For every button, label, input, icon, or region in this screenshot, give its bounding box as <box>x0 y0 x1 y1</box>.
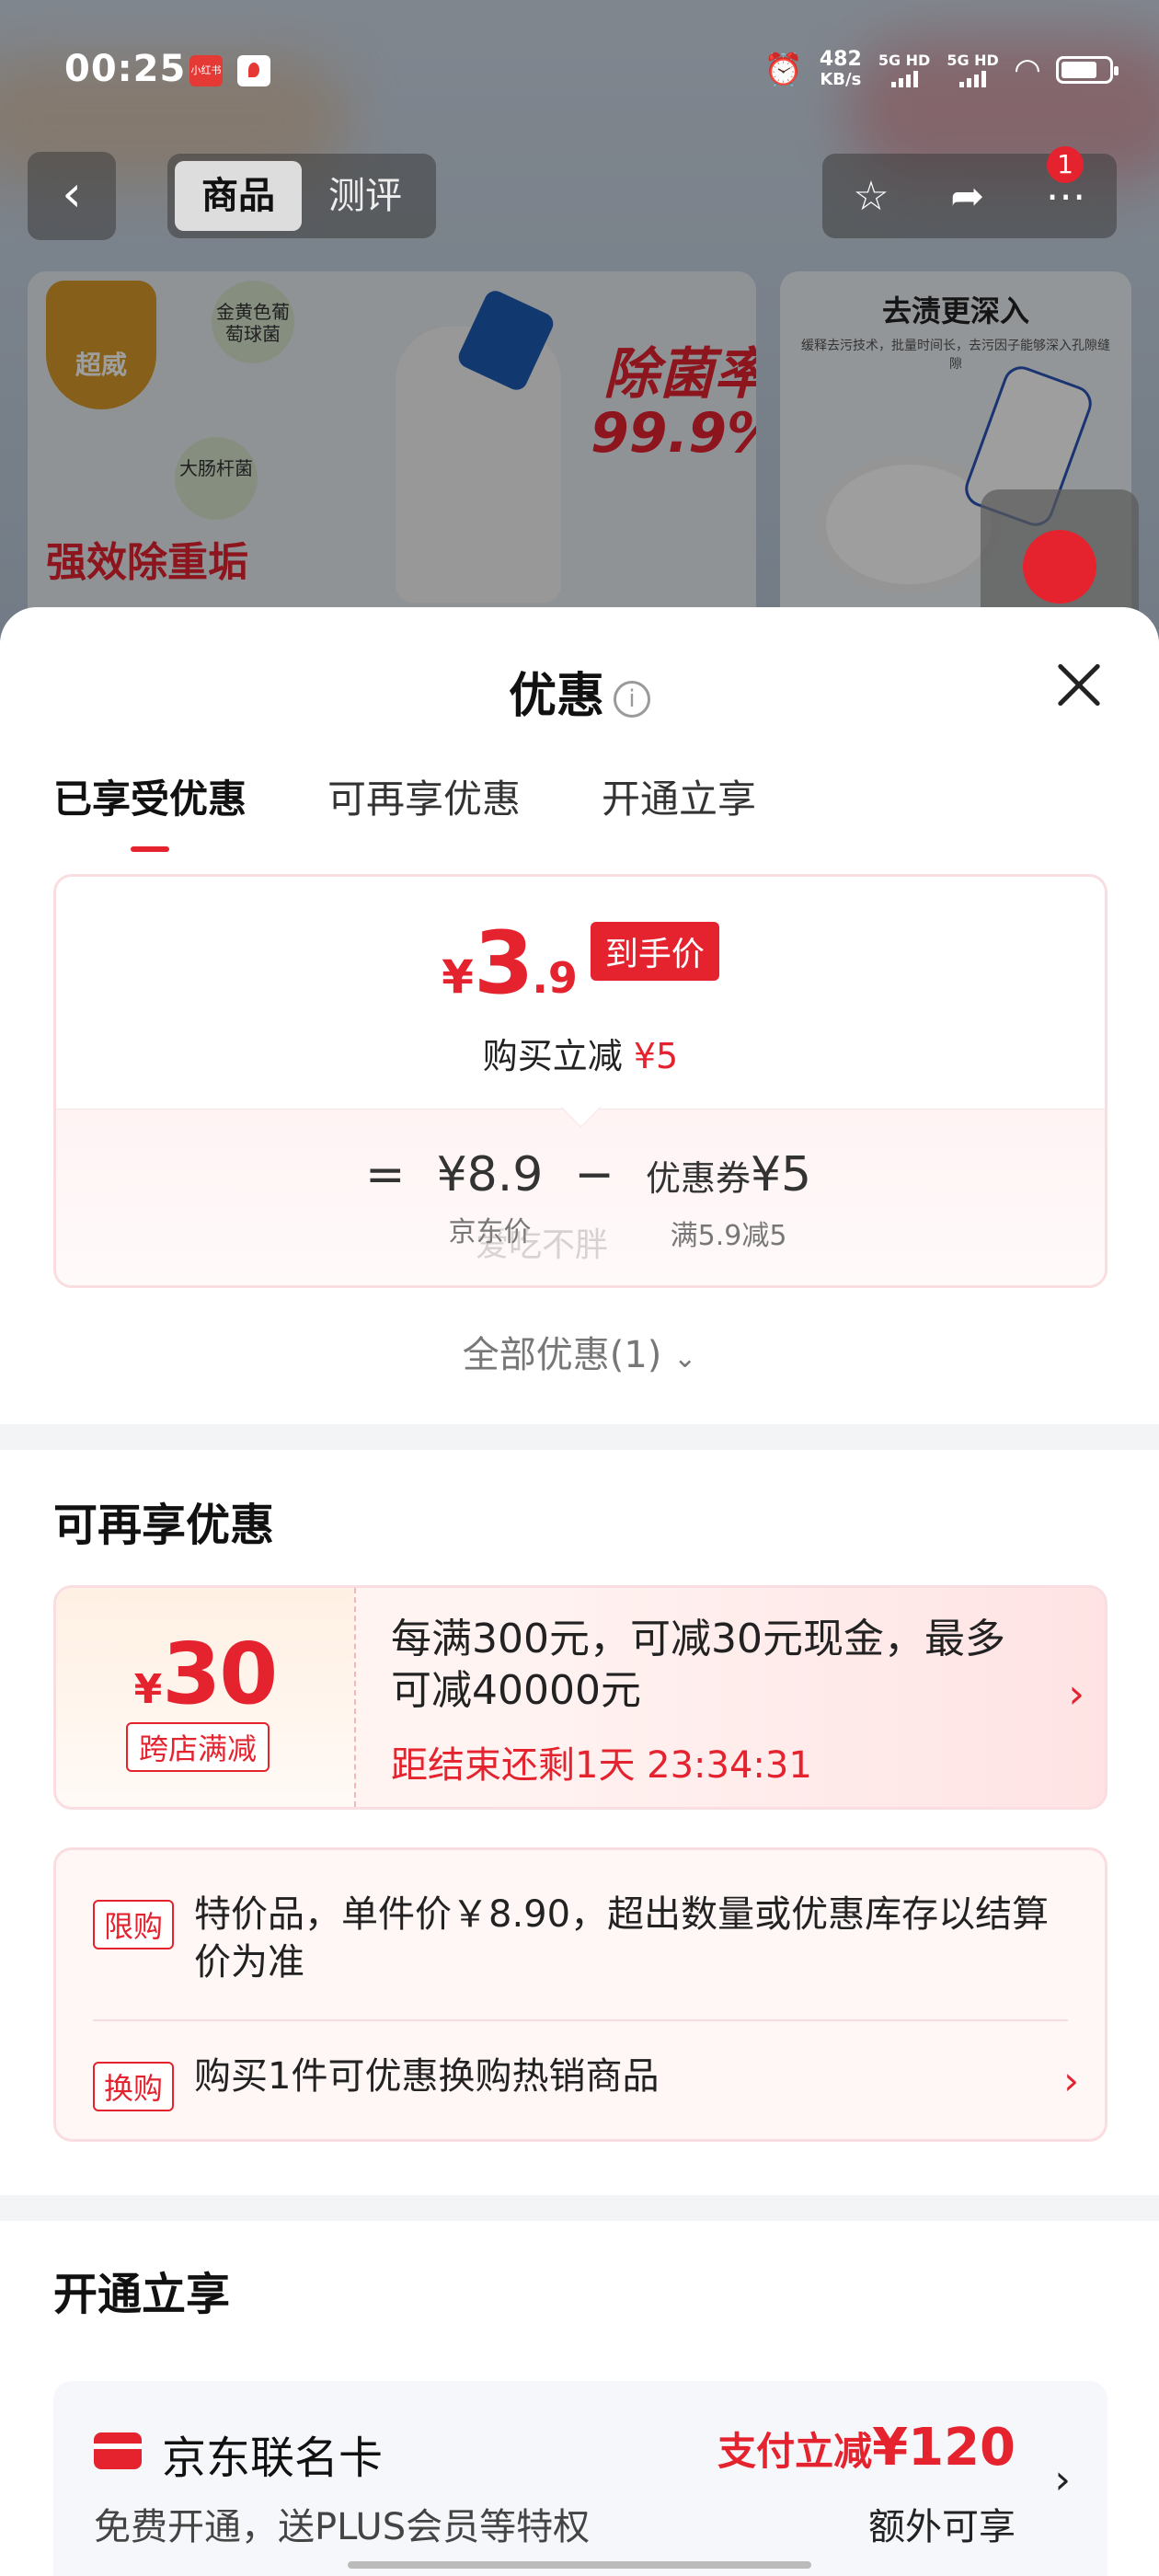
wifi-icon: ◠ <box>1015 52 1039 88</box>
final-price: ¥3.9 到手价 <box>56 914 1105 1014</box>
coupon-type-tag: 跨店满减 <box>126 1722 270 1772</box>
price-decimal: .9 <box>532 953 578 1003</box>
nav-actions: ☆ ➦ ⋯ 1 <box>822 146 1117 238</box>
all-offers-toggle[interactable]: 全部优惠(1) ⌄ <box>0 1325 1159 1378</box>
tab-goods[interactable]: 商品 <box>175 161 302 231</box>
minus-sign: − <box>574 1147 614 1202</box>
section-title-more-offers: 可再享优惠 <box>53 1500 275 1551</box>
section-divider <box>0 2195 1159 2221</box>
chevron-right-icon: › <box>1054 2456 1071 2503</box>
card-name: 京东联名卡 <box>162 2432 384 2484</box>
rule-exchange[interactable]: 换购 购买1件可优惠换购热销商品 <box>93 2053 1068 2111</box>
promo-label: 支付立减 <box>717 2429 873 2474</box>
coupon-deduction: 优惠券¥5 满5.9减5 <box>646 1143 811 1253</box>
speed-value: 482 <box>819 48 862 71</box>
final-price-tag: 到手价 <box>590 922 719 981</box>
all-offers-label: 全部优惠(1) <box>462 1334 662 1376</box>
speed-unit: KB/s <box>820 70 862 89</box>
signal-bars-icon <box>890 69 918 87</box>
jd-price-value: ¥8.9 <box>436 1147 544 1202</box>
signal-bars-icon <box>959 69 987 87</box>
chevron-right-icon[interactable]: › <box>1063 2058 1079 2103</box>
chevron-right-icon: › <box>1068 1671 1084 1718</box>
chevron-down-icon: ⌄ <box>673 1342 697 1374</box>
coupon-value: 30 <box>162 1625 278 1723</box>
product-page-background: 超威 金黄色葡萄球菌 大肠杆菌 除菌率 99.9% 强效除重垢 去渍更深入 缓释… <box>0 0 1159 644</box>
instant-discount-label: 购买立减 <box>482 1036 623 1076</box>
equals-sign: = <box>365 1147 406 1202</box>
rule-divider <box>93 2019 1068 2021</box>
status-time: 00:25 <box>64 48 187 90</box>
coupon-currency: ¥ <box>133 1666 163 1713</box>
status-indicators: ⏰ 482 KB/s 5G HD 5G HD ◠ <box>763 50 1119 90</box>
final-price-section: ¥3.9 到手价 购买立减 ¥5 <box>56 877 1105 1109</box>
coupon-rule: 满5.9减5 <box>670 1220 787 1252</box>
sim2-label: 5G HD <box>947 52 999 69</box>
card-extra: 额外可享 <box>868 2506 1016 2548</box>
alarm-icon: ⏰ <box>763 52 803 88</box>
coupon-countdown: 距结束还剩1天 23:34:31 <box>391 1744 812 1787</box>
product-nav-bar: ‹ 商品 测评 ☆ ➦ ⋯ 1 <box>0 146 1159 244</box>
share-icon[interactable]: ➦ <box>950 173 984 220</box>
sheet-title: 优惠 i <box>0 657 1159 726</box>
tab-more-offers[interactable]: 可再享优惠 <box>327 768 521 824</box>
tab-enjoyed[interactable]: 已享受优惠 <box>53 768 247 852</box>
info-icon[interactable]: i <box>614 681 650 718</box>
notification-badge: 1 <box>1047 146 1084 183</box>
sheet-tabs: 已享受优惠 可再享优惠 开通立享 <box>53 768 756 852</box>
section-divider <box>0 1424 1159 1450</box>
rule-limit: 限购 特价品，单件价￥8.90，超出数量或优惠库存以结算价为准 <box>93 1891 1068 1986</box>
credit-card-icon <box>94 2432 142 2469</box>
rule-tag-limit: 限购 <box>93 1900 175 1949</box>
coupon-amount-panel: ¥30 跨店满减 <box>56 1588 354 1807</box>
rule-text-exchange: 购买1件可优惠换购热销商品 <box>194 2055 660 2098</box>
xiaohongshu-icon: 小红书 <box>189 55 223 86</box>
close-button[interactable] <box>1054 661 1104 710</box>
map-icon <box>237 55 270 86</box>
promo-value: ¥120 <box>872 2418 1016 2478</box>
sim1-signal: 5G HD <box>878 52 931 87</box>
coupon-amount: ¥5 <box>750 1147 812 1202</box>
network-speed: 482 KB/s <box>820 50 862 90</box>
cross-store-coupon[interactable]: ¥30 跨店满减 每满300元，可减30元现金，最多可减40000元 距结束还剩… <box>53 1585 1107 1810</box>
card-promo: 支付立减¥120 <box>717 2418 1016 2478</box>
sheet-title-text: 优惠 <box>508 669 604 724</box>
rule-text-limit: 特价品，单件价￥8.90，超出数量或优惠库存以结算价为准 <box>194 1893 1050 1984</box>
coupon-description: 每满300元，可减30元现金，最多可减40000元 <box>391 1616 1005 1714</box>
jd-co-brand-card[interactable]: 京东联名卡 免费开通，送PLUS会员等特权 支付立减¥120 额外可享 › <box>53 2381 1107 2576</box>
battery-icon <box>1056 56 1119 84</box>
coupon-label: 优惠券 <box>645 1158 751 1199</box>
chevron-left-icon: ‹ <box>62 165 82 223</box>
tab-review[interactable]: 测评 <box>302 161 429 231</box>
rule-tag-exchange: 换购 <box>93 2062 175 2111</box>
coupon-separator <box>354 1588 356 1807</box>
status-bar: 00:25 小红书 ⏰ 482 KB/s 5G HD 5G HD ◠ <box>0 0 1159 138</box>
price-breakdown: = ¥8.9 京东价 − 优惠券¥5 满5.9减5 爱吃不胖 <box>56 1109 1105 1285</box>
watermark: 爱吃不胖 <box>476 1226 609 1264</box>
back-button[interactable]: ‹ <box>28 152 116 240</box>
coupon-amount: ¥30 <box>56 1625 354 1723</box>
card-description: 免费开通，送PLUS会员等特权 <box>94 2506 591 2548</box>
sheet-header: 优惠 i 已享受优惠 可再享优惠 开通立享 <box>0 607 1159 852</box>
final-price-card: ¥3.9 到手价 购买立减 ¥5 = ¥8.9 京东价 − 优惠券¥5 满5.9减… <box>53 874 1107 1288</box>
tab-open-to-enjoy[interactable]: 开通立享 <box>602 768 756 824</box>
star-icon[interactable]: ☆ <box>853 173 889 220</box>
instant-discount-value: ¥5 <box>633 1036 679 1076</box>
currency-symbol: ¥ <box>442 950 474 1004</box>
purchase-rules-card: 限购 特价品，单件价￥8.90，超出数量或优惠库存以结算价为准 换购 购买1件可… <box>53 1847 1107 2142</box>
price-integer: 3 <box>473 914 534 1014</box>
instant-discount: 购买立减 ¥5 <box>56 1028 1105 1078</box>
coupon-deduction-value: 优惠券¥5 <box>646 1143 811 1211</box>
discount-sheet: 优惠 i 已享受优惠 可再享优惠 开通立享 ¥3.9 到手价 购买立减 ¥5 = ¥… <box>0 607 1159 2576</box>
sim1-label: 5G HD <box>878 52 931 69</box>
sim2-signal: 5G HD <box>947 52 999 87</box>
home-indicator[interactable] <box>348 2561 811 2569</box>
section-title-open: 开通立享 <box>53 2269 231 2320</box>
page-tab-switch: 商品 测评 <box>167 154 436 238</box>
